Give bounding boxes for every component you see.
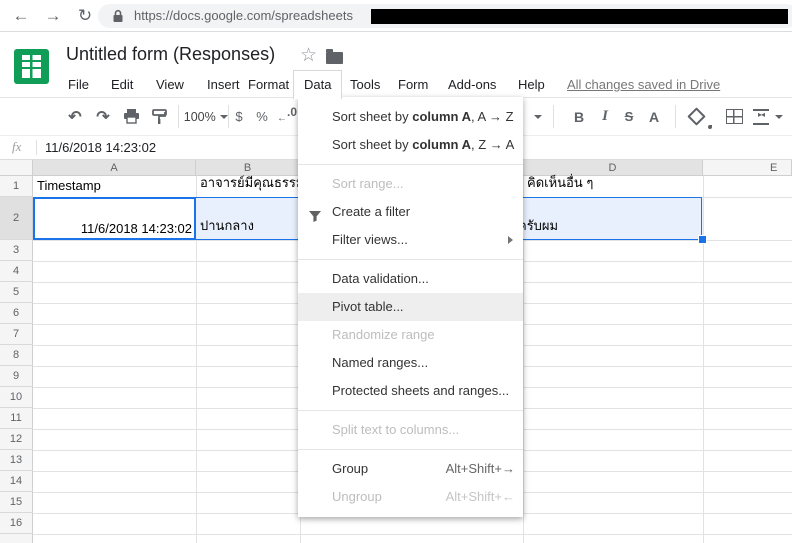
fx-icon: fx	[12, 139, 21, 155]
decrease-decimal-icon[interactable]: ← .0	[277, 98, 297, 135]
bold-icon[interactable]: B	[568, 98, 590, 135]
url-redaction-bar	[371, 9, 788, 24]
save-status-link[interactable]: All changes saved in Drive	[567, 72, 720, 97]
toolbar-separator	[675, 105, 676, 128]
row-header-partial[interactable]	[0, 534, 33, 543]
chrome-divider	[0, 31, 792, 32]
menu-tools[interactable]: Tools	[350, 72, 380, 97]
folder-icon[interactable]	[326, 52, 343, 64]
row-header-13[interactable]: 13	[0, 450, 33, 471]
menu-item-group[interactable]: GroupAlt+Shift+→	[298, 455, 523, 483]
data-menu-dropdown: Sort sheet by column A, A → ZSort sheet …	[298, 97, 523, 517]
paint-format-icon[interactable]	[146, 98, 172, 135]
row-header-7[interactable]: 7	[0, 324, 33, 345]
cell-B2[interactable]: ปานกลาง	[200, 197, 296, 240]
fill-color-icon[interactable]	[684, 98, 708, 135]
menu-item-ungroup[interactable]: UngroupAlt+Shift+←	[298, 483, 523, 511]
menu-item-sort-range[interactable]: Sort range...	[298, 170, 523, 198]
row-header-12[interactable]: 12	[0, 429, 33, 450]
formula-bar-divider	[36, 140, 37, 155]
row-header-11[interactable]: 11	[0, 408, 33, 429]
row-header-2[interactable]: 2	[0, 197, 33, 240]
row-header-10[interactable]: 10	[0, 387, 33, 408]
menu-item-sort-sheet-by-column-a-a-z[interactable]: Sort sheet by column A, A → Z	[298, 103, 523, 131]
gridline	[33, 534, 792, 535]
document-title[interactable]: Untitled form (Responses)	[66, 44, 275, 65]
row-header-15[interactable]: 15	[0, 492, 33, 513]
menu-item-sort-sheet-by-column-a-z-a[interactable]: Sort sheet by column A, Z → A	[298, 131, 523, 159]
submenu-arrow-icon	[508, 236, 513, 244]
row-header-6[interactable]: 6	[0, 303, 33, 324]
reload-icon[interactable]: ↻	[72, 3, 98, 29]
select-all-corner[interactable]	[0, 160, 33, 176]
menu-item-filter-views[interactable]: Filter views...	[298, 226, 523, 254]
lock-icon	[113, 9, 123, 23]
menu-item-data-validation[interactable]: Data validation...	[298, 265, 523, 293]
cell-A1[interactable]: Timestamp	[37, 176, 192, 197]
undo-icon[interactable]: ↶	[62, 98, 88, 135]
menu-separator	[298, 259, 523, 260]
row-header-4[interactable]: 4	[0, 261, 33, 282]
cell-D2[interactable]: ครับผม	[518, 197, 690, 240]
gridline	[703, 176, 704, 543]
fill-handle[interactable]	[698, 235, 707, 244]
row-header-9[interactable]: 9	[0, 366, 33, 387]
toolbar-separator	[178, 105, 179, 128]
menu-separator	[298, 410, 523, 411]
menu-insert[interactable]: Insert	[207, 72, 240, 97]
menu-item-randomize-range[interactable]: Randomize range	[298, 321, 523, 349]
back-icon[interactable]: ←	[8, 3, 34, 29]
column-header-A[interactable]: A	[33, 160, 196, 176]
cell-A2[interactable]: 11/6/2018 14:23:02	[37, 197, 192, 240]
menu-shortcut: Alt+Shift+→	[446, 455, 515, 483]
zoom-select[interactable]: 100%	[186, 98, 226, 135]
menu-item-create-a-filter[interactable]: Create a filter	[298, 198, 523, 226]
borders-icon[interactable]	[722, 98, 746, 135]
toolbar-separator	[228, 105, 229, 128]
browser-toolbar: ← → ↻ https://docs.google.com/spreadshee…	[0, 0, 792, 31]
menu-item-pivot-table[interactable]: Pivot table...	[298, 293, 523, 321]
merge-cells-dropdown-icon[interactable]	[772, 98, 786, 135]
row-header-8[interactable]: 8	[0, 345, 33, 366]
star-icon[interactable]: ☆	[300, 44, 317, 67]
cell-B1[interactable]: อาจารย์มีคุณธรรม	[200, 176, 296, 197]
menu-file[interactable]: File	[68, 72, 89, 97]
menu-add-ons[interactable]: Add-ons	[448, 72, 496, 97]
menu-edit[interactable]: Edit	[111, 72, 133, 97]
toolbar-separator	[553, 105, 554, 128]
column-header-E[interactable]: E	[703, 160, 792, 176]
menu-separator	[298, 164, 523, 165]
currency-format-icon[interactable]: $	[230, 98, 248, 135]
menu-item-named-ranges[interactable]: Named ranges...	[298, 349, 523, 377]
forward-icon[interactable]: →	[40, 3, 66, 29]
sheets-logo	[14, 49, 49, 84]
strikethrough-icon[interactable]: S	[618, 98, 640, 135]
redo-icon[interactable]: ↷	[90, 98, 116, 135]
menu-item-protected-sheets-and-ranges[interactable]: Protected sheets and ranges...	[298, 377, 523, 405]
menu-data[interactable]: Data	[293, 70, 342, 99]
row-header-5[interactable]: 5	[0, 282, 33, 303]
row-header-3[interactable]: 3	[0, 240, 33, 261]
menu-separator	[298, 449, 523, 450]
italic-icon[interactable]: I	[594, 98, 616, 135]
print-icon[interactable]	[118, 98, 144, 135]
menu-form[interactable]: Form	[398, 72, 428, 97]
percent-format-icon[interactable]: %	[253, 98, 271, 135]
menu-help[interactable]: Help	[518, 72, 545, 97]
text-color-icon[interactable]: A	[643, 98, 665, 135]
row-header-16[interactable]: 16	[0, 513, 33, 534]
menu-item-split-text-to-columns[interactable]: Split text to columns...	[298, 416, 523, 444]
row-header-1[interactable]: 1	[0, 176, 33, 197]
merge-cells-icon[interactable]: ▸◂	[750, 98, 772, 135]
menu-view[interactable]: View	[156, 72, 184, 97]
cell-D1[interactable]: คิดเห็นอื่น ๆ	[527, 176, 699, 197]
more-formats-dropdown-icon[interactable]	[531, 98, 545, 135]
url-text: https://docs.google.com/spreadsheets	[134, 8, 353, 23]
menu-format[interactable]: Format	[248, 72, 289, 97]
row-header-14[interactable]: 14	[0, 471, 33, 492]
menu-shortcut: Alt+Shift+←	[446, 483, 515, 511]
formula-input[interactable]: 11/6/2018 14:23:02	[45, 140, 156, 155]
